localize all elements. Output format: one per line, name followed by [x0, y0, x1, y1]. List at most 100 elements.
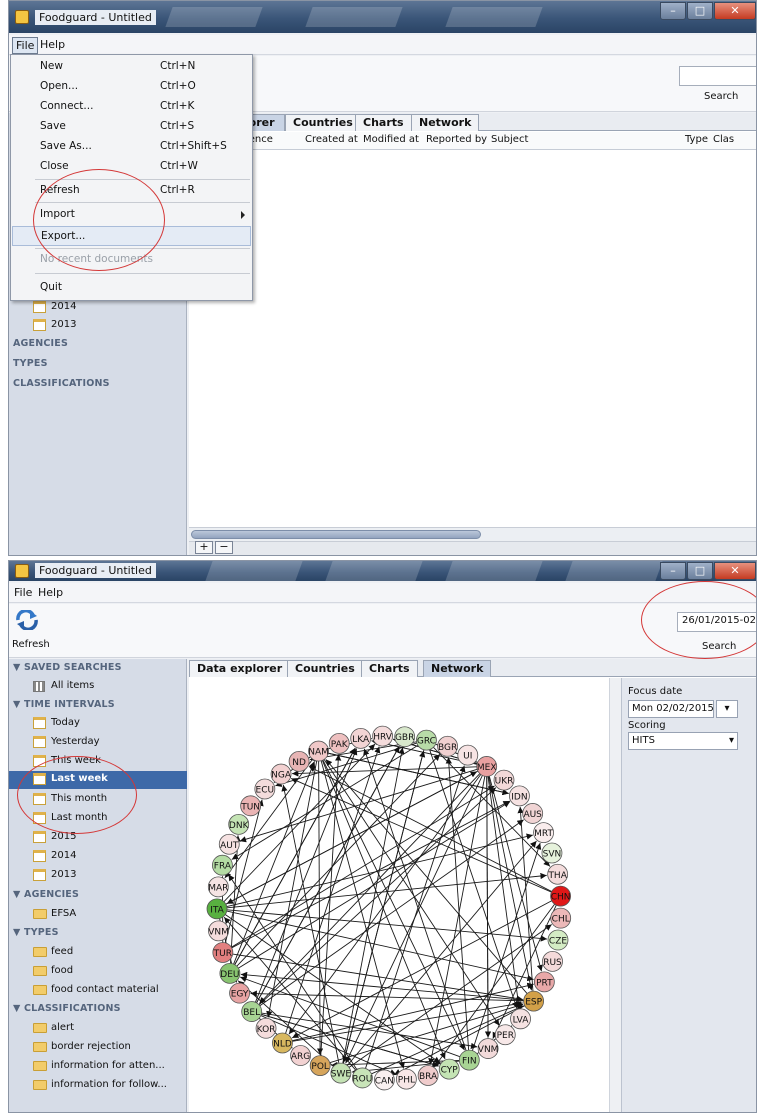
minimize-button[interactable]: – — [660, 562, 686, 580]
menu-item-new[interactable]: New Ctrl+N — [12, 57, 251, 77]
network-node-kor[interactable]: KOR — [255, 1017, 277, 1039]
sidebar-section-classifications[interactable]: CLASSIFICATIONS — [13, 378, 110, 389]
network-node-fin[interactable]: FIN — [458, 1049, 480, 1071]
sidebar-item-efsa[interactable]: EFSA — [33, 906, 183, 924]
column-modified-at[interactable]: Modified at — [363, 134, 419, 145]
sidebar-item-2013[interactable]: 2013 — [33, 867, 183, 885]
sidebar-item-2014[interactable]: 2014 — [33, 299, 183, 317]
network-node-cyp[interactable]: CYP — [438, 1058, 460, 1080]
menu-item-import[interactable]: Import — [12, 205, 251, 225]
menu-item-close[interactable]: Close Ctrl+W — [12, 157, 251, 177]
network-node-lka[interactable]: LKA — [350, 727, 372, 749]
menu-help[interactable]: Help — [37, 37, 68, 52]
tab-charts[interactable]: Charts — [361, 660, 418, 677]
network-node-gbr[interactable]: GBR — [394, 726, 416, 748]
sidebar-item-this-month[interactable]: This month — [33, 791, 183, 809]
network-node-aut[interactable]: AUT — [218, 833, 240, 855]
network-node-hrv[interactable]: HRV — [372, 725, 394, 747]
sidebar-section-classifications[interactable]: ▼ CLASSIFICATIONS — [13, 1003, 121, 1014]
minimize-button[interactable]: – — [660, 2, 686, 20]
focus-date-input[interactable]: Mon 02/02/2015 — [628, 700, 714, 718]
network-node-chl[interactable]: CHL — [550, 907, 572, 929]
menu-item-save[interactable]: Save Ctrl+S — [12, 117, 251, 137]
network-node-rus[interactable]: RUS — [542, 950, 563, 972]
network-node-ukr[interactable]: UKR — [493, 769, 515, 791]
network-node-phl[interactable]: PHL — [395, 1068, 417, 1090]
scroll-thumb[interactable] — [191, 530, 481, 539]
network-node-nga[interactable]: NGA — [270, 763, 292, 785]
network-node-vnm[interactable]: VNM — [208, 920, 229, 942]
tab-network[interactable]: Network — [411, 114, 480, 131]
network-node-per[interactable]: PER — [494, 1024, 516, 1046]
sidebar-item-yesterday[interactable]: Yesterday — [33, 734, 183, 752]
menu-file[interactable]: File — [12, 37, 39, 54]
network-node-tha[interactable]: THA — [547, 863, 569, 885]
tab-network[interactable]: Network — [423, 660, 492, 677]
sidebar-section-agencies[interactable]: AGENCIES — [13, 338, 68, 349]
network-node-nd[interactable]: ND — [288, 750, 310, 772]
menu-item-export[interactable]: Export... — [12, 226, 251, 246]
column-type[interactable]: Type — [685, 134, 708, 145]
network-node-cze[interactable]: CZE — [547, 929, 569, 951]
network-node-pol[interactable]: POL — [309, 1055, 331, 1077]
sidebar-item-today[interactable]: Today — [33, 715, 183, 733]
network-node-lva[interactable]: LVA — [510, 1008, 531, 1030]
tab-countries[interactable]: Countries — [285, 114, 361, 131]
sidebar-item-information-for-follow-up[interactable]: information for follow... — [33, 1077, 183, 1095]
menu-item-refresh[interactable]: Refresh Ctrl+R — [12, 181, 251, 201]
network-node-esp[interactable]: ESP — [523, 990, 545, 1012]
network-node-svn[interactable]: SVN — [541, 842, 563, 864]
sidebar-section-types[interactable]: TYPES — [13, 358, 48, 369]
network-node-pak[interactable]: PAK — [328, 732, 350, 754]
network-node-nam[interactable]: NAM — [308, 740, 329, 762]
menu-file[interactable]: File — [11, 585, 35, 600]
vertical-scrollbar[interactable] — [609, 678, 621, 1112]
network-node-fra[interactable]: FRA — [212, 854, 233, 876]
sidebar-item-food-contact-material[interactable]: food contact material — [33, 982, 183, 1000]
network-node-can[interactable]: CAN — [373, 1069, 395, 1091]
sidebar-item-all-items[interactable]: All items — [33, 678, 183, 696]
sidebar-item-alert[interactable]: alert — [33, 1020, 183, 1038]
sidebar-item-this-week[interactable]: This week — [33, 753, 183, 771]
search-button[interactable]: Search — [702, 641, 736, 652]
network-node-tun[interactable]: TUN — [240, 795, 262, 817]
tab-charts[interactable]: Charts — [355, 114, 412, 131]
sidebar-item-last-month[interactable]: Last month — [33, 810, 183, 828]
network-node-ita[interactable]: ITA — [206, 898, 228, 920]
sidebar-section-time-intervals[interactable]: ▼ TIME INTERVALS — [13, 699, 115, 710]
sidebar-item-2013[interactable]: 2013 — [33, 317, 183, 335]
search-input[interactable] — [679, 66, 756, 86]
menu-item-quit[interactable]: Quit — [12, 278, 251, 298]
close-button[interactable]: ✕ — [714, 2, 756, 20]
sidebar-section-agencies[interactable]: ▼ AGENCIES — [13, 889, 79, 900]
network-node-grc[interactable]: GRC — [416, 729, 437, 751]
column-reported-by[interactable]: Reported by — [426, 134, 487, 145]
network-node-rou[interactable]: ROU — [352, 1067, 373, 1089]
network-node-aus[interactable]: AUS — [522, 803, 544, 824]
sidebar-item-border-rejection[interactable]: border rejection — [33, 1039, 183, 1057]
network-node-vnm[interactable]: VNM — [477, 1038, 499, 1059]
calendar-dropdown-button[interactable]: ▾ — [716, 700, 738, 718]
network-node-ui[interactable]: UI — [457, 744, 479, 766]
search-button[interactable]: Search — [704, 91, 738, 102]
date-range-input[interactable]: 26/01/2015-02/0 — [677, 612, 756, 632]
sidebar-section-saved-searches[interactable]: ▼ SAVED SEARCHES — [13, 662, 122, 673]
sidebar-item-information-for-attention[interactable]: information for atten... — [33, 1058, 183, 1076]
menu-help[interactable]: Help — [35, 585, 66, 600]
tab-data-explorer[interactable]: Data explorer — [189, 660, 291, 677]
menu-item-save-as[interactable]: Save As... Ctrl+Shift+S — [12, 137, 251, 157]
maximize-button[interactable]: □ — [687, 562, 713, 580]
column-subject[interactable]: Subject — [491, 134, 528, 145]
network-node-idn[interactable]: IDN — [509, 785, 530, 807]
network-node-ecu[interactable]: ECU — [254, 778, 276, 800]
network-node-nld[interactable]: NLD — [272, 1032, 293, 1054]
sidebar-item-feed[interactable]: feed — [33, 944, 183, 962]
network-node-mar[interactable]: MAR — [207, 876, 229, 898]
menu-item-connect[interactable]: Connect... Ctrl+K — [12, 97, 251, 117]
column-created-at[interactable]: Created at — [305, 134, 358, 145]
remove-button[interactable]: − — [215, 541, 233, 554]
network-node-egy[interactable]: EGY — [229, 982, 250, 1004]
close-button[interactable]: ✕ — [714, 562, 756, 580]
network-node-swe[interactable]: SWE — [330, 1062, 352, 1084]
refresh-icon[interactable] — [15, 610, 39, 630]
